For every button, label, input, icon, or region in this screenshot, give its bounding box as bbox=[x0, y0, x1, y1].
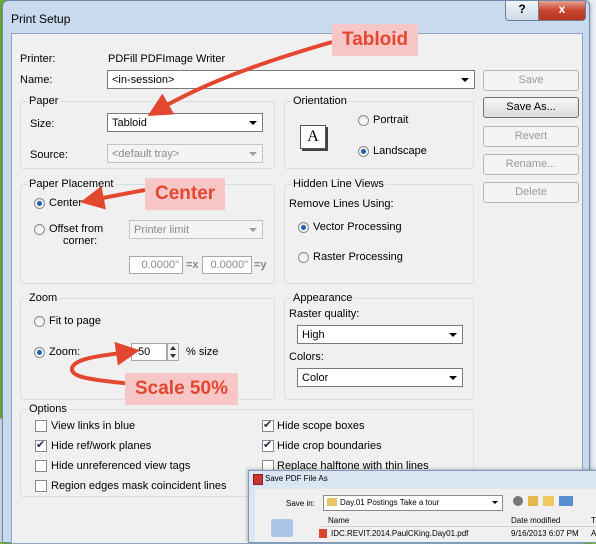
date-modified-header[interactable]: Date modified bbox=[511, 516, 560, 525]
back-icon[interactable] bbox=[513, 496, 523, 506]
file-row-date: 9/16/2013 6:07 PM bbox=[511, 529, 579, 538]
pdf-file-icon bbox=[319, 529, 327, 538]
folder-icon bbox=[327, 498, 337, 506]
center-annotation: Center bbox=[145, 178, 226, 210]
view-menu-icon[interactable] bbox=[559, 496, 573, 506]
file-row-name[interactable]: IDC.REVIT.2014.PaulCKing.Day01.pdf bbox=[331, 529, 468, 538]
save-pdf-client: Save in: Day.01 Postings Take a tour Nam… bbox=[255, 489, 596, 542]
center-arrow bbox=[80, 185, 146, 210]
scale-annotation: Scale 50% bbox=[125, 373, 238, 405]
tabloid-arrow bbox=[147, 40, 333, 116]
file-row-type: A bbox=[591, 529, 596, 538]
save-in-label: Save in: bbox=[286, 499, 315, 508]
annotation-arrows bbox=[70, 40, 333, 386]
new-folder-icon[interactable] bbox=[543, 496, 554, 506]
pdf-app-icon bbox=[253, 474, 263, 485]
save-in-value: Day.01 Postings Take a tour bbox=[340, 498, 440, 507]
scale-arrow bbox=[70, 341, 140, 386]
header-divider bbox=[321, 526, 596, 527]
tabloid-annotation: Tabloid bbox=[332, 24, 419, 56]
recent-places-icon[interactable] bbox=[271, 519, 293, 537]
save-pdf-dialog: Save PDF File As Save in: Day.01 Posting… bbox=[248, 470, 596, 543]
up-folder-icon[interactable] bbox=[528, 496, 538, 506]
chevron-down-icon bbox=[492, 501, 498, 504]
name-column-header[interactable]: Name bbox=[328, 516, 349, 525]
type-header[interactable]: T bbox=[591, 516, 596, 525]
save-in-combo[interactable]: Day.01 Postings Take a tour bbox=[323, 495, 503, 511]
save-pdf-title: Save PDF File As bbox=[265, 474, 328, 483]
